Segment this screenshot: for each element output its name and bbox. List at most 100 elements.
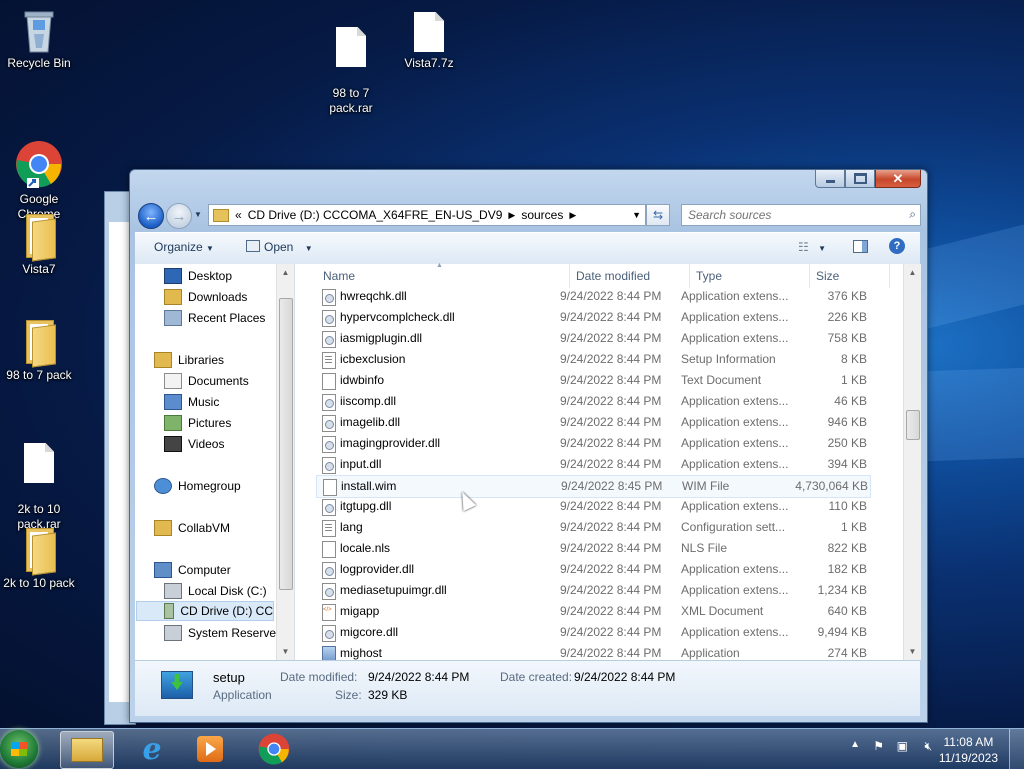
table-row[interactable]: locale.nls 9/24/2022 8:44 PM NLS File 822 K… bbox=[316, 538, 869, 559]
preview-pane-button[interactable] bbox=[853, 240, 868, 256]
table-row[interactable]: logprovider.dll 9/24/2022 8:44 PM Applicat… bbox=[316, 559, 869, 580]
scroll-up-arrow[interactable]: ▲ bbox=[904, 264, 921, 281]
help-button[interactable]: ? bbox=[889, 238, 905, 254]
nav-item-documents[interactable]: Documents bbox=[164, 371, 249, 391]
action-center-icon[interactable]: ⚑ bbox=[873, 739, 884, 753]
nav-item-libraries[interactable]: Libraries bbox=[154, 350, 224, 370]
organize-label: Organize bbox=[154, 240, 203, 254]
desktop-icon-vista7-7z[interactable]: Vista7.7z bbox=[391, 12, 467, 71]
scroll-thumb[interactable] bbox=[906, 410, 920, 440]
nav-item-homegroup[interactable]: Homegroup bbox=[154, 476, 241, 496]
nav-item-local-disk-c[interactable]: Local Disk (C:) bbox=[164, 581, 267, 601]
refresh-button[interactable]: ⇆ bbox=[646, 204, 670, 226]
breadcrumb-cd-drive[interactable]: CD Drive (D:) CCCOMA_X64FRE_EN-US_DV9 bbox=[248, 208, 503, 222]
scroll-down-arrow[interactable]: ▼ bbox=[277, 643, 294, 660]
address-overflow-chevron[interactable]: « bbox=[235, 208, 242, 222]
file-type: Application extens... bbox=[681, 289, 789, 303]
view-list-icon: ☷ bbox=[798, 240, 809, 254]
table-row[interactable]: install.wim 9/24/2022 8:45 PM WIM File 4,73… bbox=[316, 475, 871, 498]
table-row[interactable]: hwreqchk.dll 9/24/2022 8:44 PM Application… bbox=[316, 286, 869, 307]
start-button[interactable] bbox=[0, 730, 38, 768]
table-row[interactable]: icbexclusion 9/24/2022 8:44 PM Setup Infor… bbox=[316, 349, 869, 370]
scroll-thumb[interactable] bbox=[279, 298, 293, 590]
desktop-icon-recycle-bin[interactable]: Recycle Bin bbox=[1, 8, 77, 71]
music-icon bbox=[164, 394, 182, 410]
network-icon[interactable]: ▣ bbox=[897, 739, 908, 753]
file-list[interactable]: Name ▲ Date modified Type Size hwreqchk.d… bbox=[296, 262, 921, 663]
table-row[interactable]: imagelib.dll 9/24/2022 8:44 PM Application… bbox=[316, 412, 869, 433]
search-icon[interactable]: ⌕ bbox=[909, 207, 916, 222]
show-desktop-button[interactable] bbox=[1009, 729, 1024, 769]
desktop-icon-2k-to-10-pack[interactable]: 2k to 10 pack bbox=[1, 528, 77, 591]
nav-item-system-reserved[interactable]: System Reserved bbox=[164, 623, 283, 643]
chevron-right-icon[interactable]: ▶ bbox=[508, 210, 515, 221]
taskbar-internet-explorer[interactable]: e bbox=[126, 731, 178, 767]
back-button[interactable]: ← bbox=[138, 203, 164, 229]
dll-file-icon bbox=[322, 289, 336, 306]
file-size: 46 KB bbox=[834, 394, 867, 408]
volume-muted-icon[interactable]: 🔇︎ bbox=[924, 739, 932, 754]
change-view-button[interactable]: ☷ ▼ bbox=[798, 240, 826, 254]
nav-item-computer[interactable]: Computer bbox=[154, 560, 231, 580]
table-row[interactable]: lang 9/24/2022 8:44 PM Configuration sett.… bbox=[316, 517, 869, 538]
taskbar-media-player[interactable] bbox=[184, 731, 236, 767]
taskbar: e ▲ ⚑ ▣ 🔇︎ 11:08 AM 11/19/2023 bbox=[0, 728, 1024, 769]
table-row[interactable]: migapp 9/24/2022 8:44 PM XML Document 640 K… bbox=[316, 601, 869, 622]
maximize-button[interactable] bbox=[845, 170, 875, 188]
navigation-pane[interactable]: Desktop Downloads Recent Places Librarie… bbox=[135, 264, 295, 660]
show-hidden-icons-button[interactable]: ▲ bbox=[850, 739, 860, 750]
nav-item-recent-places[interactable]: Recent Places bbox=[164, 308, 265, 328]
search-box[interactable]: ⌕ bbox=[681, 204, 921, 226]
nav-item-videos[interactable]: Videos bbox=[164, 434, 224, 454]
nav-item-collabvm[interactable]: CollabVM bbox=[154, 518, 230, 538]
table-row[interactable]: input.dll 9/24/2022 8:44 PM Application ex… bbox=[316, 454, 869, 475]
taskbar-chrome[interactable] bbox=[248, 731, 300, 767]
column-header-type[interactable]: Type bbox=[690, 264, 810, 288]
desktop-icon-vista7[interactable]: Vista7 bbox=[1, 214, 77, 277]
column-header-name[interactable]: Name ▲ bbox=[316, 262, 570, 288]
system-clock[interactable]: 11:08 AM 11/19/2023 bbox=[939, 734, 998, 766]
taskbar-explorer[interactable] bbox=[60, 731, 114, 769]
table-row[interactable]: migcore.dll 9/24/2022 8:44 PM Application … bbox=[316, 622, 869, 643]
explorer-window[interactable]: ✕ ← → ▼ « CD Drive (D:) CCCOMA_X64FRE_EN… bbox=[129, 169, 928, 723]
forward-button[interactable]: → bbox=[166, 203, 192, 229]
nav-label: Videos bbox=[188, 437, 225, 451]
table-row[interactable]: imagingprovider.dll 9/24/2022 8:44 PM Appl… bbox=[316, 433, 869, 454]
column-header-size[interactable]: Size bbox=[810, 264, 890, 288]
homegroup-icon bbox=[154, 478, 172, 494]
organize-button[interactable]: Organize ▼ bbox=[154, 240, 214, 254]
scroll-down-arrow[interactable]: ▼ bbox=[904, 643, 921, 660]
file-list-scrollbar[interactable]: ▲ ▼ bbox=[903, 264, 921, 660]
minimize-button[interactable] bbox=[815, 170, 845, 188]
address-bar[interactable]: « CD Drive (D:) CCCOMA_X64FRE_EN-US_DV9 … bbox=[208, 204, 646, 226]
breadcrumb-sources[interactable]: sources bbox=[521, 208, 563, 222]
details-file-type: Application bbox=[213, 688, 272, 702]
open-button[interactable]: Open ▼ bbox=[246, 240, 313, 254]
table-row[interactable]: hypervcomplcheck.dll 9/24/2022 8:44 PM App… bbox=[316, 307, 869, 328]
table-row[interactable]: mediasetupuimgr.dll 9/24/2022 8:44 PM Appl… bbox=[316, 580, 869, 601]
nav-pane-scrollbar[interactable]: ▲ ▼ bbox=[276, 264, 294, 660]
nav-item-cd-drive-d[interactable]: CD Drive (D:) CC bbox=[136, 601, 274, 621]
close-button[interactable]: ✕ bbox=[875, 170, 921, 188]
table-row[interactable]: idwbinfo 9/24/2022 8:44 PM Text Document 1 … bbox=[316, 370, 869, 391]
nav-item-pictures[interactable]: Pictures bbox=[164, 413, 231, 433]
scroll-up-arrow[interactable]: ▲ bbox=[277, 264, 294, 281]
desktop-icon-98-to-7-pack[interactable]: 98 to 7 pack bbox=[1, 320, 77, 383]
column-label: Type bbox=[696, 269, 723, 283]
table-row[interactable]: iiscomp.dll 9/24/2022 8:44 PM Application … bbox=[316, 391, 869, 412]
address-history-dropdown[interactable]: ▼ bbox=[632, 210, 641, 220]
table-row[interactable]: itgtupg.dll 9/24/2022 8:44 PM Application … bbox=[316, 496, 869, 517]
file-type: Application extens... bbox=[681, 415, 789, 429]
nav-item-music[interactable]: Music bbox=[164, 392, 219, 412]
nav-item-desktop[interactable]: Desktop bbox=[164, 266, 232, 286]
search-input[interactable] bbox=[686, 205, 895, 225]
recent-pages-dropdown[interactable]: ▼ bbox=[194, 210, 202, 219]
desktop-icon-98-to-7-pack-rar[interactable]: 98 to 7 pack.rar bbox=[313, 12, 389, 131]
table-row[interactable]: iasmigplugin.dll 9/24/2022 8:44 PM Applica… bbox=[316, 328, 869, 349]
file-name: install.wim bbox=[341, 479, 397, 493]
file-name: locale.nls bbox=[340, 541, 391, 555]
chevron-right-icon[interactable]: ▶ bbox=[569, 210, 576, 221]
nav-label: CD Drive (D:) CC bbox=[180, 604, 273, 618]
nav-item-downloads[interactable]: Downloads bbox=[164, 287, 247, 307]
column-header-date-modified[interactable]: Date modified bbox=[570, 264, 690, 288]
